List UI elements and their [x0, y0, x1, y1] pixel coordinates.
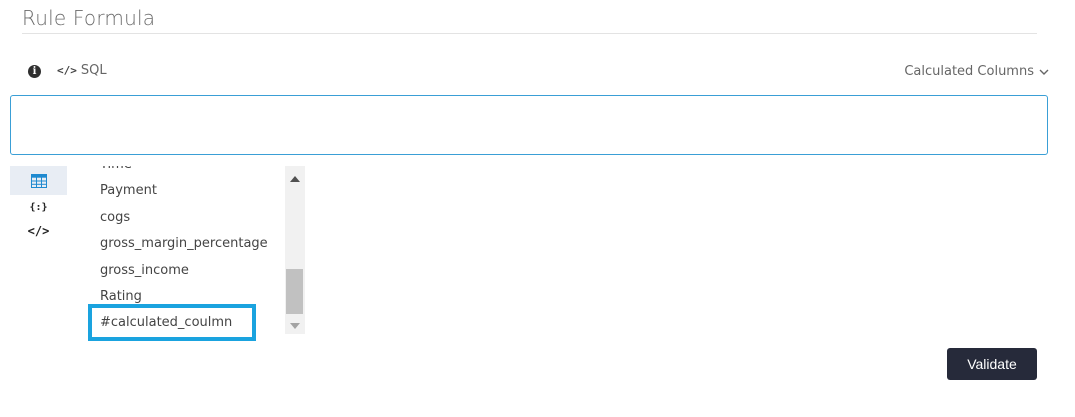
- scroll-up-button[interactable]: [285, 170, 305, 187]
- list-item[interactable]: gross_income: [88, 258, 284, 284]
- title-divider: [22, 33, 1037, 34]
- code-icon: </>: [27, 224, 50, 238]
- sql-toggle[interactable]: </> SQL: [57, 63, 107, 78]
- tab-functions[interactable]: {:}: [10, 195, 67, 219]
- calculated-columns-label: Calculated Columns: [904, 64, 1034, 79]
- list-item[interactable]: Payment: [88, 178, 284, 204]
- side-tab-bar: {:} </>: [10, 166, 67, 243]
- validate-button[interactable]: Validate: [947, 348, 1037, 380]
- column-list: Time Payment cogs gross_margin_percentag…: [88, 166, 305, 334]
- column-list-scrollbar[interactable]: [285, 166, 305, 334]
- tab-code[interactable]: </>: [10, 219, 67, 243]
- tab-columns[interactable]: [10, 166, 67, 195]
- list-item-calculated-column[interactable]: #calculated_coulmn: [88, 310, 284, 334]
- list-item[interactable]: gross_margin_percentage: [88, 231, 284, 257]
- triangle-up-icon: [290, 175, 300, 182]
- scroll-down-button[interactable]: [285, 317, 305, 334]
- triangle-down-icon: [290, 322, 300, 329]
- code-icon: </>: [57, 64, 77, 77]
- braces-icon: {:}: [29, 201, 48, 213]
- chevron-down-icon: [1039, 69, 1049, 75]
- sql-label: SQL: [80, 63, 107, 78]
- calculated-columns-dropdown[interactable]: Calculated Columns: [904, 64, 1049, 79]
- list-item[interactable]: Time: [88, 166, 284, 178]
- formula-editor[interactable]: [10, 95, 1048, 155]
- list-item[interactable]: cogs: [88, 205, 284, 231]
- scroll-thumb[interactable]: [286, 269, 303, 314]
- info-icon[interactable]: i: [28, 65, 41, 78]
- table-icon: [30, 173, 47, 188]
- list-item[interactable]: Rating: [88, 284, 284, 310]
- page-title: Rule Formula: [22, 6, 156, 30]
